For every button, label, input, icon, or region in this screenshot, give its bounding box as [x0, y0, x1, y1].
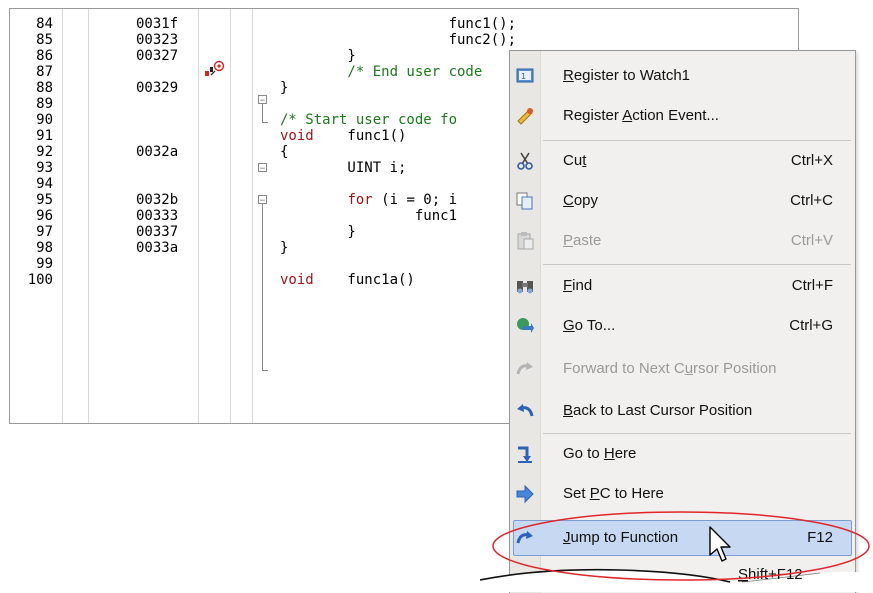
source-text: } — [280, 48, 356, 64]
code-token: { — [280, 144, 289, 160]
line-number: 92 — [36, 144, 53, 160]
line-number: 98 — [36, 240, 53, 256]
code-token: func1a() — [313, 272, 415, 288]
menu-item-go-to[interactable]: Go To... Ctrl+G — [510, 306, 855, 346]
address: 0032a — [136, 144, 179, 160]
fold-toggle[interactable]: − — [258, 163, 267, 173]
code-line[interactable]: 84 0031f func1(); — [10, 16, 798, 32]
address: 00337 — [136, 224, 179, 240]
source-text: { — [280, 144, 288, 160]
source-text: } — [280, 224, 356, 240]
line-number: 86 — [36, 48, 53, 64]
source-text: void func1a() — [280, 272, 415, 288]
address: 0033a — [136, 240, 179, 256]
line-number: 87 — [36, 64, 53, 80]
menu-item-paste[interactable]: Paste Ctrl+V — [510, 221, 855, 261]
menu-item-register-to-watch[interactable]: 1 Register to Watch1 — [510, 56, 855, 96]
fold-bracket — [262, 104, 263, 122]
paste-icon — [517, 232, 534, 250]
line-number: 96 — [36, 208, 53, 224]
comment-token: /* End user code — [280, 64, 483, 80]
menu-item-cut[interactable]: Cut Ctrl+X — [510, 141, 855, 181]
source-text: func1(); — [280, 16, 516, 32]
source-text: func1 — [280, 208, 457, 224]
code-token: (i = 0; i — [372, 192, 458, 208]
binoculars-icon — [517, 281, 533, 294]
comment-token: /* Start user code fo — [280, 112, 458, 128]
fold-bracket-end — [262, 122, 268, 123]
forward-arrow-icon — [516, 362, 533, 375]
code-line[interactable]: 85 00323 func2(); — [10, 32, 798, 48]
menu-item-forward-to-next-cursor-position[interactable]: Forward to Next Cursor Position — [510, 349, 855, 389]
line-number: 89 — [36, 96, 53, 112]
copy-icon — [516, 192, 533, 210]
fold-toggle[interactable]: − — [258, 95, 267, 105]
address: 00327 — [136, 48, 179, 64]
shortcut-label: Ctrl+X — [790, 152, 833, 169]
address: 0032b — [136, 192, 179, 208]
fold-bracket-end — [262, 370, 268, 371]
code-token: func1 — [280, 208, 458, 224]
menu-separator — [543, 264, 851, 265]
menu-item-back-to-last-cursor-position[interactable]: Back to Last Cursor Position — [510, 391, 855, 431]
address: 00329 — [136, 80, 179, 96]
line-number: 84 — [36, 16, 53, 32]
line-number: 85 — [36, 32, 53, 48]
line-number: 99 — [36, 256, 53, 272]
code-token: func2(); — [280, 32, 517, 48]
shortcut-label: Ctrl+G — [789, 317, 833, 334]
source-text: } — [280, 240, 288, 256]
line-number: 93 — [36, 160, 53, 176]
code-token: } — [280, 240, 289, 256]
keyword-token: void — [280, 128, 314, 144]
source-text: func2(); — [280, 32, 516, 48]
menu-item-register-action-event[interactable]: Register Action Event... — [510, 96, 855, 136]
fold-toggle[interactable]: − — [258, 195, 267, 205]
source-text: UINT i; — [280, 160, 406, 176]
keyword-token: void — [280, 272, 314, 288]
action-event-icon — [517, 108, 533, 125]
back-arrow-icon — [517, 404, 534, 417]
source-text: /* Start user code fo — [280, 112, 457, 128]
address: 00333 — [136, 208, 179, 224]
line-number: 97 — [36, 224, 53, 240]
fold-bracket — [262, 204, 263, 370]
menu-item-go-to-here[interactable]: Go to Here — [510, 434, 855, 474]
go-here-icon — [518, 446, 532, 463]
keyword-token: for — [347, 192, 373, 208]
source-text: for (i = 0; i — [280, 192, 457, 208]
line-number: 90 — [36, 112, 53, 128]
address: 00323 — [136, 32, 179, 48]
source-text: void func1() — [280, 128, 406, 144]
set-pc-icon — [516, 484, 534, 504]
highlight-ellipse — [492, 511, 870, 581]
code-token: func1(); — [280, 16, 517, 32]
code-token: } — [280, 80, 289, 96]
menu-item-find[interactable]: Find Ctrl+F — [510, 266, 855, 306]
code-token: } — [280, 224, 356, 240]
shortcut-label: Ctrl+F — [791, 277, 833, 294]
shortcut-label: Ctrl+C — [790, 192, 833, 209]
code-token: UINT i; — [280, 160, 407, 176]
line-number: 100 — [27, 272, 53, 288]
menu-item-copy[interactable]: Copy Ctrl+C — [510, 181, 855, 221]
goto-icon — [517, 318, 534, 333]
watch-icon: 1 — [516, 68, 534, 83]
code-token: func1() — [313, 128, 407, 144]
shortcut-label: Ctrl+V — [790, 232, 833, 249]
line-number: 95 — [36, 192, 53, 208]
source-text: } — [280, 80, 288, 96]
line-number: 91 — [36, 128, 53, 144]
source-text: /* End user code — [280, 64, 482, 80]
line-number: 88 — [36, 80, 53, 96]
address: 0031f — [136, 16, 179, 32]
line-number: 94 — [36, 176, 53, 192]
scissors-icon — [517, 152, 533, 170]
code-token: } — [280, 48, 356, 64]
event-marker-icon[interactable] — [204, 60, 226, 78]
mouse-cursor-icon — [709, 526, 731, 562]
svg-text:1: 1 — [521, 72, 526, 81]
